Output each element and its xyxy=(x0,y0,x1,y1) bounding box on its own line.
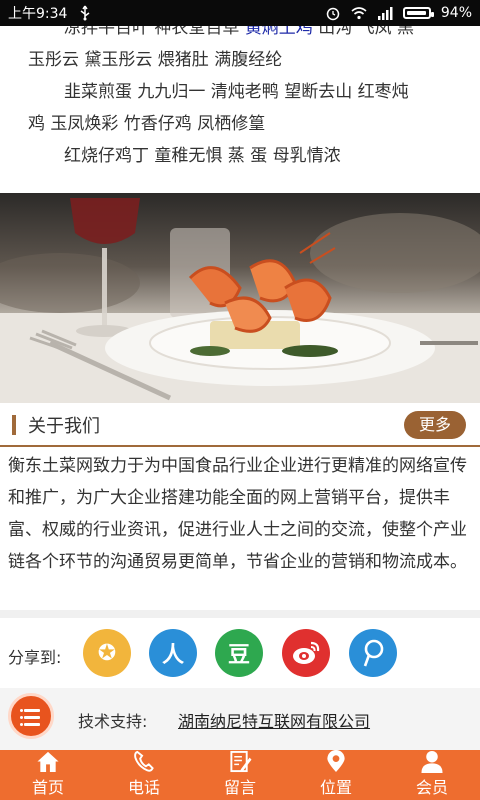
nav-home[interactable]: 首页 xyxy=(0,750,96,800)
share-row: 分享到: ✪ 人 豆 xyxy=(0,618,480,688)
tech-support-row: 技术支持: 湖南纳尼特互联网有限公司 xyxy=(0,688,480,750)
about-title: 关于我们 xyxy=(28,416,100,437)
nav-message[interactable]: 留言 xyxy=(192,750,288,800)
member-icon xyxy=(421,750,443,773)
status-bar: 上午9:34 94% xyxy=(0,0,480,26)
share-label: 分享到: xyxy=(8,648,62,667)
phone-icon xyxy=(134,750,154,772)
dish-line-5: 红烧仔鸡丁 童稚无惧 蒸 蛋 母乳情浓 xyxy=(64,146,341,166)
dish-line-1: 凉拌牛百叶 神农堂百草 xyxy=(64,26,245,38)
nav-message-label: 留言 xyxy=(223,778,256,797)
wifi-icon xyxy=(351,7,367,20)
nav-location[interactable]: 位置 xyxy=(288,750,384,800)
about-section-header: 关于我们 更多 xyxy=(0,403,480,447)
pengyou-glyph-icon xyxy=(363,639,384,667)
weibo-eye-icon xyxy=(293,641,320,664)
battery-text: 94% xyxy=(440,5,472,21)
dish-line-4: 鸡 玉凤焕彩 竹香仔鸡 凤栖修篁 xyxy=(28,114,266,134)
dish-line-3: 韭菜煎蛋 九九归一 清炖老鸭 望断去山 红枣炖 xyxy=(64,82,409,102)
hero-image xyxy=(0,193,480,403)
nav-phone[interactable]: 电话 xyxy=(96,750,192,800)
menu-button[interactable] xyxy=(8,693,54,739)
qzone-icon[interactable]: ✪ xyxy=(83,629,131,677)
tech-company-link[interactable]: 湖南纳尼特互联网有限公司 xyxy=(178,708,370,732)
weibo-icon[interactable] xyxy=(282,629,330,677)
renren-icon[interactable]: 人 xyxy=(149,629,197,677)
nav-member[interactable]: 会员 xyxy=(384,750,480,800)
usb-icon xyxy=(81,5,90,21)
douban-icon[interactable]: 豆 xyxy=(215,629,263,677)
nav-member-label: 会员 xyxy=(415,778,448,797)
section-accent-bar xyxy=(12,415,16,435)
nav-home-label: 首页 xyxy=(31,778,64,797)
about-text: 衡东土菜网致力于为中国食品行业企业进行更精准的网络宣传和推广，为广大企业搭建功能… xyxy=(8,456,467,572)
alarm-icon xyxy=(326,7,340,21)
dish-list: 凉拌牛百叶 神农堂百草 黄焖土鸡 山沟 飞凤 黑 玉彤云 黛玉彤云 煨猪肚 满腹… xyxy=(0,26,480,193)
location-icon xyxy=(327,750,345,773)
battery-icon xyxy=(402,7,434,19)
status-time: 上午9:34 xyxy=(8,6,68,22)
bottom-nav: 首页 电话 留言 位置 会员 xyxy=(0,750,480,800)
pengyou-icon[interactable] xyxy=(349,629,397,677)
message-icon xyxy=(230,750,252,773)
nav-location-label: 位置 xyxy=(319,778,352,797)
signal-icon xyxy=(377,7,393,20)
dish-highlight-link[interactable]: 黄焖土鸡 xyxy=(245,26,313,38)
dish-line-2: 玉彤云 黛玉彤云 煨猪肚 满腹经纶 xyxy=(28,50,283,70)
more-button[interactable]: 更多 xyxy=(404,411,466,439)
section-divider xyxy=(0,610,480,618)
tech-support-label: 技术支持: xyxy=(78,712,148,731)
nav-phone-label: 电话 xyxy=(127,778,160,797)
home-icon xyxy=(37,751,59,773)
dish-line-1-end: 山沟 飞凤 黑 xyxy=(312,26,415,38)
